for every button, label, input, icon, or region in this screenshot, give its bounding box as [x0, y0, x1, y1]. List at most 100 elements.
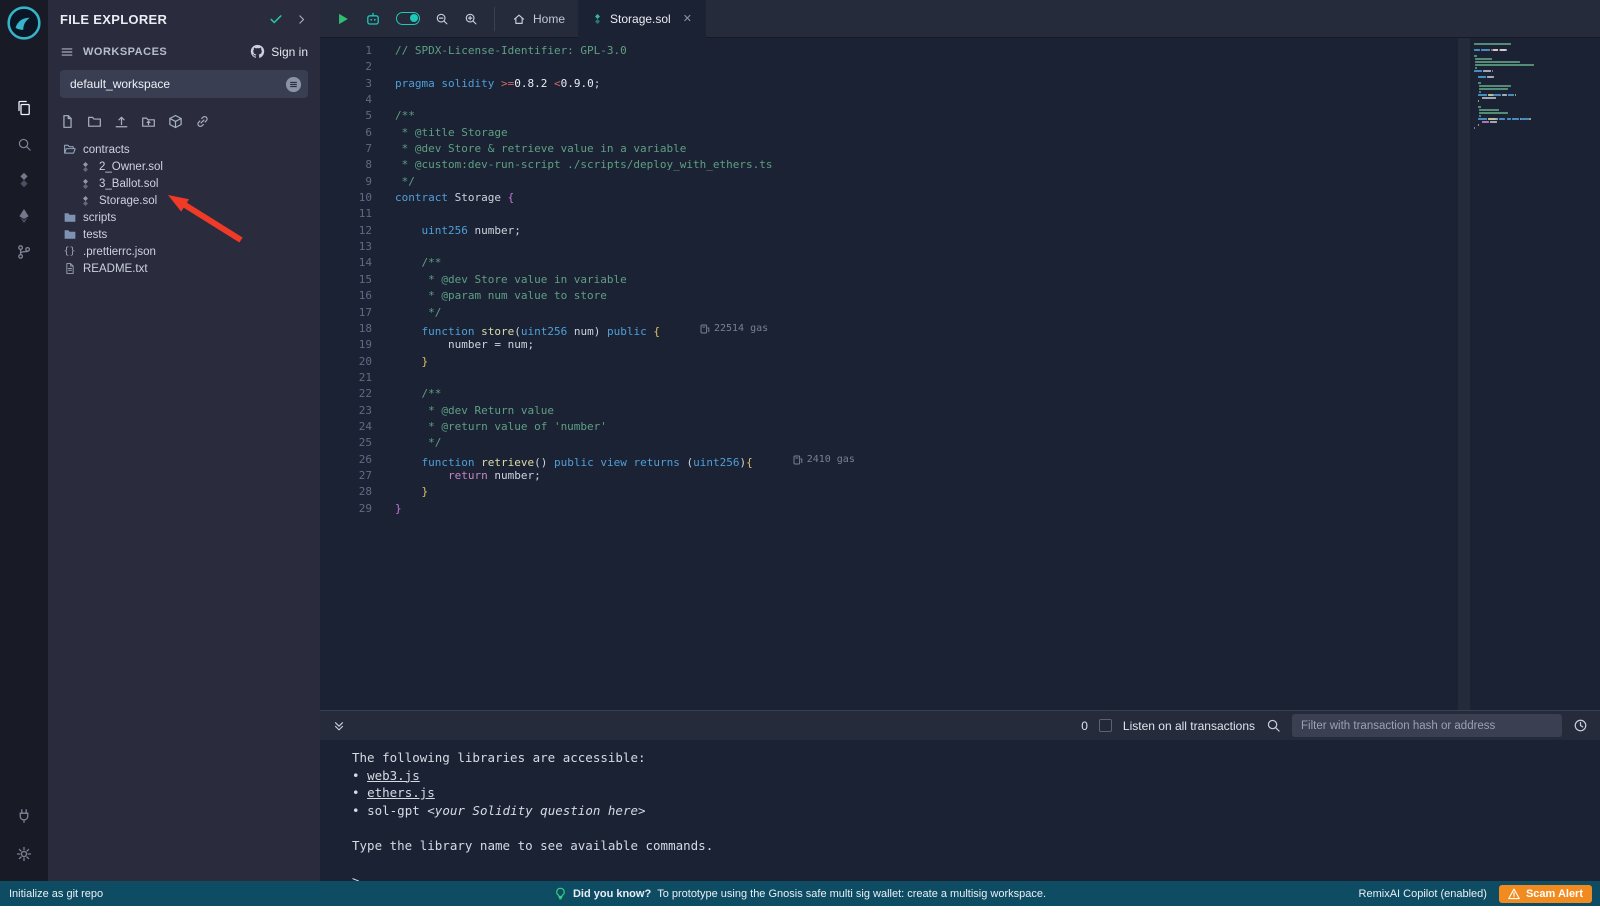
code-line — [395, 370, 855, 386]
copilot-toggle[interactable] — [396, 12, 420, 25]
code-line: } — [395, 354, 855, 370]
code-line: /** — [395, 386, 855, 402]
tree-item-label: Storage.sol — [99, 195, 157, 207]
workspace-name: default_workspace — [70, 77, 170, 91]
sign-in-button[interactable]: Sign in — [250, 44, 308, 59]
tree-item--prettierrc-json[interactable]: {} .prettierrc.json — [48, 243, 320, 260]
file-explorer-panel: FILE EXPLORER WORKSPACES Sign in default… — [48, 0, 320, 881]
tree-item-label: README.txt — [83, 263, 148, 275]
code-line: } — [395, 501, 855, 517]
tab-home[interactable]: Home — [499, 0, 579, 38]
chevron-right-icon[interactable] — [295, 13, 308, 26]
workspaces-row: WORKSPACES Sign in — [48, 38, 320, 61]
tab-storage-sol[interactable]: Storage.sol ✕ — [579, 0, 706, 38]
code-line: * @return value of 'number' — [395, 419, 855, 435]
tree-item-3-ballot-sol[interactable]: 3_Ballot.sol — [48, 175, 320, 192]
minimap[interactable] — [1474, 43, 1592, 130]
code-editor[interactable]: 1234567891011121314151617181920212223242… — [320, 38, 1600, 710]
code-line: uint256 number; — [395, 223, 855, 239]
solidity-file-icon — [592, 13, 603, 25]
terminal-link[interactable]: ethers.js — [367, 785, 435, 800]
toolbar-separator — [494, 7, 495, 31]
terminal-line: Type the library name to see available c… — [352, 837, 1600, 855]
upload-file-icon[interactable] — [114, 114, 129, 129]
settings-icon[interactable] — [0, 843, 48, 865]
tree-item-tests[interactable]: tests — [48, 226, 320, 243]
close-tab-icon[interactable]: ✕ — [683, 12, 692, 25]
editor-toolbar: Home Storage.sol ✕ — [320, 0, 1600, 38]
home-icon — [512, 12, 526, 26]
remix-logo-icon[interactable] — [6, 5, 42, 41]
file-explorer-icon[interactable] — [0, 97, 48, 119]
tree-item-storage-sol[interactable]: Storage.sol — [48, 192, 320, 209]
tree-item-2-owner-sol[interactable]: 2_Owner.sol — [48, 158, 320, 175]
terminal-link[interactable]: web3.js — [367, 768, 420, 783]
folder-icon — [62, 228, 77, 241]
code-line: * @param num value to store — [395, 288, 855, 304]
line-number-gutter: 1234567891011121314151617181920212223242… — [320, 43, 372, 517]
folder-icon — [62, 211, 77, 224]
history-icon[interactable] — [1573, 718, 1588, 733]
solidity-compiler-icon[interactable] — [0, 169, 48, 191]
terminal-line: • web3.js — [352, 767, 1600, 785]
code-line: contract Storage { — [395, 190, 855, 206]
transaction-filter-input[interactable] — [1292, 714, 1562, 737]
scam-alert-button[interactable]: Scam Alert — [1499, 885, 1592, 903]
transaction-count-badge: 0 — [1081, 719, 1088, 733]
workspace-select[interactable]: default_workspace — [60, 70, 308, 98]
box-icon[interactable] — [168, 114, 183, 129]
new-folder-icon[interactable] — [87, 114, 102, 129]
listen-all-transactions-checkbox[interactable] — [1099, 719, 1112, 732]
code-line — [395, 239, 855, 255]
warning-icon — [1508, 888, 1520, 900]
new-file-icon[interactable] — [60, 114, 75, 129]
tree-item-scripts[interactable]: scripts — [48, 209, 320, 226]
workspace-options-icon[interactable] — [285, 76, 302, 93]
code-line: pragma solidity >=0.8.2 <0.9.0; — [395, 76, 855, 92]
deploy-run-icon[interactable] — [0, 205, 48, 227]
file-explorer-header: FILE EXPLORER — [48, 0, 320, 38]
code-line: */ — [395, 305, 855, 321]
code-content: // SPDX-License-Identifier: GPL-3.0 prag… — [395, 43, 855, 517]
tab-label: Home — [533, 12, 565, 26]
sign-in-label: Sign in — [271, 45, 308, 59]
solidity-file-icon — [78, 178, 93, 190]
tree-item-readme-txt[interactable]: README.txt — [48, 260, 320, 277]
git-icon[interactable] — [0, 241, 48, 263]
gas-estimate-badge[interactable]: 2410 gas — [793, 452, 855, 468]
run-script-button[interactable] — [336, 12, 350, 26]
expand-terminal-icon[interactable] — [332, 719, 346, 733]
json-icon: {} — [62, 246, 77, 257]
link-icon[interactable] — [195, 114, 210, 129]
search-icon[interactable] — [0, 133, 48, 155]
tree-item-contracts[interactable]: contracts — [48, 141, 320, 158]
code-line: * @dev Store & retrieve value in a varia… — [395, 141, 855, 157]
status-bar: Initialize as git repo Did you know? To … — [0, 881, 1600, 906]
editor-scrollbar[interactable] — [1458, 38, 1470, 710]
copilot-status[interactable]: RemixAI Copilot (enabled) — [1359, 888, 1487, 900]
gas-estimate-badge[interactable]: 22514 gas — [700, 321, 768, 337]
check-icon[interactable] — [269, 12, 283, 26]
init-git-repo-button[interactable]: Initialize as git repo — [0, 888, 103, 900]
ai-copilot-icon[interactable] — [365, 11, 381, 27]
tree-item-label: tests — [83, 229, 107, 241]
code-line: */ — [395, 435, 855, 451]
did-you-know-tip: Did you know? To prototype using the Gno… — [554, 887, 1046, 900]
remix-ide-window: FILE EXPLORER WORKSPACES Sign in default… — [0, 0, 1600, 919]
terminal-toolbar: 0 Listen on all transactions — [320, 710, 1600, 740]
file-icon — [62, 262, 77, 275]
footer-strip — [0, 906, 1600, 919]
plugin-manager-icon[interactable] — [0, 805, 48, 827]
zoom-out-icon[interactable] — [435, 12, 449, 26]
zoom-in-icon[interactable] — [464, 12, 478, 26]
hamburger-menu-icon[interactable] — [60, 45, 74, 59]
tree-item-label: .prettierrc.json — [83, 246, 156, 258]
code-line: * @title Storage — [395, 125, 855, 141]
code-line — [395, 59, 855, 75]
terminal-output[interactable]: The following libraries are accessible:•… — [320, 740, 1600, 881]
search-icon[interactable] — [1266, 718, 1281, 733]
code-line: } — [395, 484, 855, 500]
solidity-file-icon — [78, 161, 93, 173]
upload-folder-icon[interactable] — [141, 114, 156, 129]
tip-title: Did you know? — [573, 888, 651, 900]
